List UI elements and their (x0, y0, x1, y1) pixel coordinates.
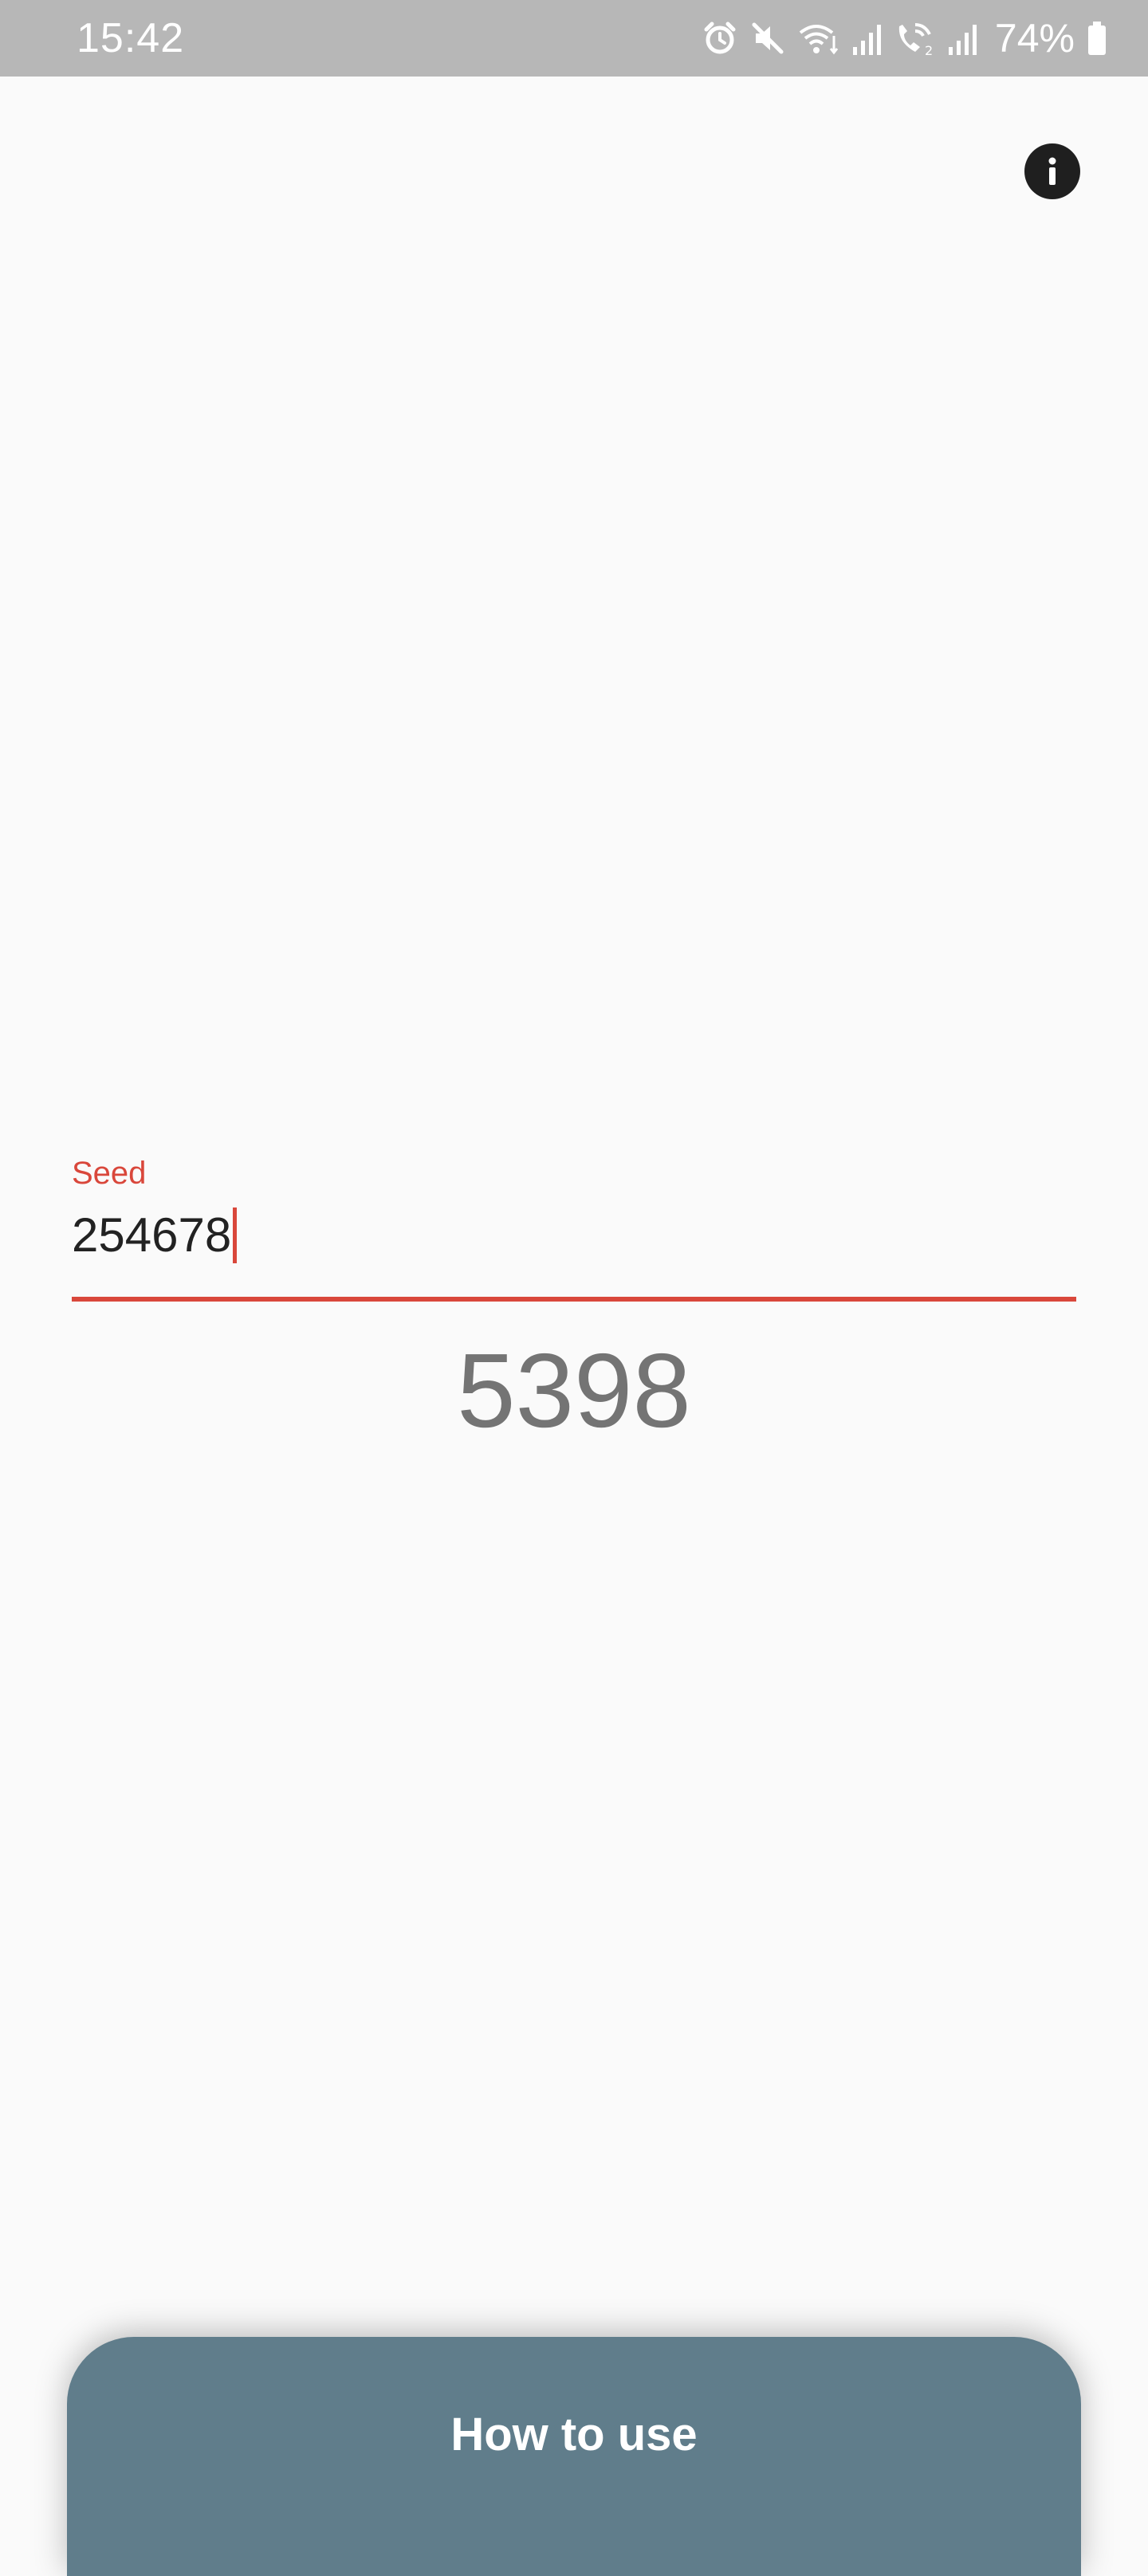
seed-input-value: 254678 (72, 1208, 232, 1262)
seed-input[interactable]: 254678 (72, 1205, 238, 1266)
result-number: 5398 (457, 1332, 691, 1449)
seed-label: Seed (72, 1156, 147, 1191)
alarm-icon (702, 20, 738, 57)
text-cursor (233, 1208, 238, 1263)
how-to-use-label: How to use (450, 2409, 698, 2460)
battery-icon (1086, 20, 1108, 57)
signal-icon (851, 20, 883, 57)
seed-input-underline (72, 1297, 1076, 1302)
wifi-call-icon: 2 (894, 20, 936, 57)
signal-icon (947, 20, 979, 57)
status-bar: 15:42 2 74% (0, 0, 1148, 77)
info-button[interactable] (1024, 143, 1080, 199)
svg-text:2: 2 (925, 43, 933, 57)
info-icon (1024, 143, 1080, 199)
mute-icon (749, 20, 786, 57)
battery-percentage: 74% (994, 16, 1075, 61)
status-icons: 2 74% (702, 16, 1108, 61)
wifi-icon (797, 20, 840, 57)
how-to-use-panel[interactable]: How to use (67, 2337, 1081, 2576)
status-time: 15:42 (77, 15, 185, 61)
